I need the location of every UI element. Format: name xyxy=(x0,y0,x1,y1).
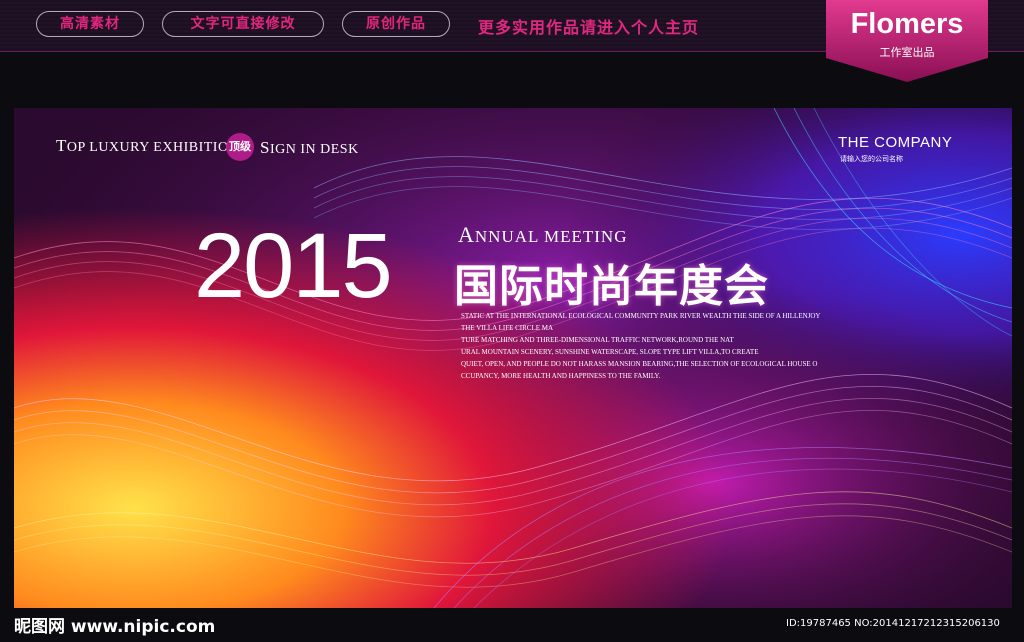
brand-logo-text: Flomers xyxy=(850,8,964,40)
description-line: THE VILLA LIFE CIRCLE MA xyxy=(461,324,554,332)
company-subtitle: 请输入您的公司名称 xyxy=(840,155,903,163)
description-line: URAL MOUNTAIN SCENERY, SUNSHINE WATERSCA… xyxy=(461,348,759,356)
tagline-top-initial: T xyxy=(56,136,67,155)
brand-subtitle: 工作室出品 xyxy=(879,46,935,59)
year-heading: 2015 xyxy=(194,215,393,317)
event-title: 国际时尚年度会 xyxy=(454,261,769,312)
annual-rest: NNUAL MEETING xyxy=(474,227,628,246)
tagline-sign-rest: IGN IN DESK xyxy=(269,142,359,157)
description-line: STATIC AT THE INTERNATIONAL ECOLOGICAL C… xyxy=(461,312,821,320)
tagline-top-rest: OP LUXURY EXHIBITION xyxy=(66,140,240,155)
tagline-sign-in: SIGN IN DESK xyxy=(260,138,359,158)
company-name: THE COMPANY xyxy=(838,134,953,151)
annual-initial: A xyxy=(458,222,475,247)
description-line: QUIET, OPEN, AND PEOPLE DO NOT HARASS MA… xyxy=(461,360,818,368)
promo-link[interactable]: 更多实用作品请进入个人主页 xyxy=(478,14,699,38)
description-paragraph: STATIC AT THE INTERNATIONAL ECOLOGICAL C… xyxy=(461,310,841,382)
annual-meeting-heading: ANNUAL MEETING xyxy=(458,222,628,248)
pill-editable-text[interactable]: 文字可直接修改 xyxy=(162,11,324,37)
image-id-line: ID:19787465 NO:20141217212315206130 xyxy=(786,618,1000,629)
top-level-badge: 顶级 xyxy=(226,133,254,161)
pill-hd-material[interactable]: 高清素材 xyxy=(36,11,144,37)
description-line: CCUPANCY, MORE HEALTH AND HAPPINESS TO T… xyxy=(461,372,661,380)
tagline-sign-initial: S xyxy=(260,138,270,157)
tagline-top-luxury: TOP LUXURY EXHIBITION xyxy=(56,136,239,156)
poster-banner: TOP LUXURY EXHIBITION 顶级 SIGN IN DESK TH… xyxy=(14,108,1012,608)
pill-original-work[interactable]: 原创作品 xyxy=(342,11,450,37)
description-line: TURE MATCHING AND THREE-DIMENSIONAL TRAF… xyxy=(461,336,734,344)
watermark-site: 昵图网 www.nipic.com xyxy=(14,617,216,637)
